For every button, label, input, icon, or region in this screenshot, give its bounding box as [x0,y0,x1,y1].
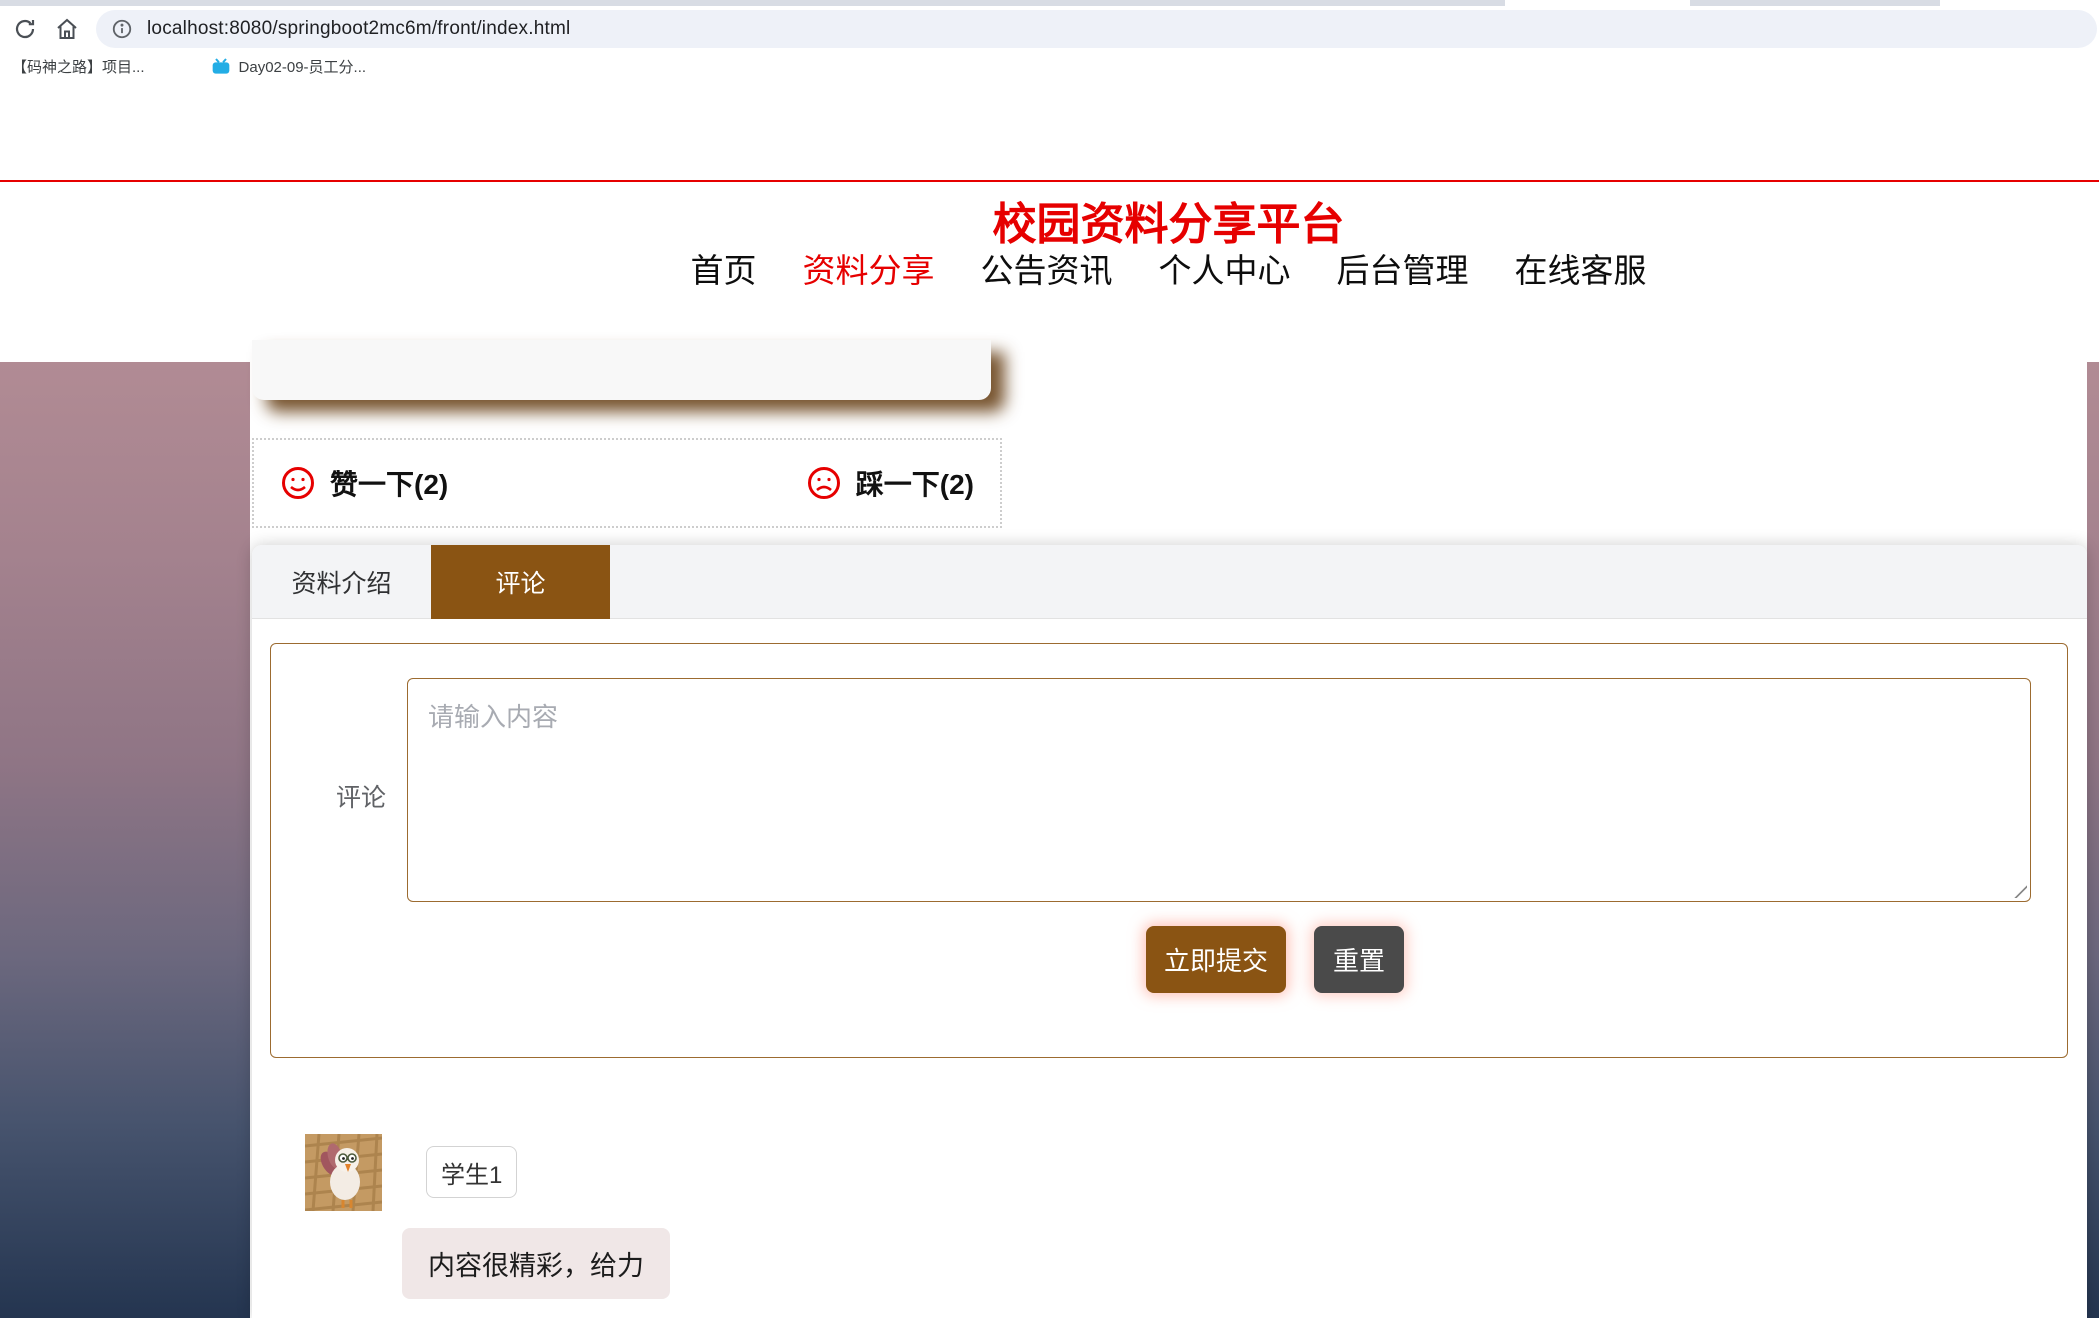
content-column: 赞一下(2) 踩一下(2) 资料介绍 [250,362,2087,1318]
nav-item-announcements[interactable]: 公告资讯 [981,244,1113,292]
tab-material-intro[interactable]: 资料介绍 [252,545,431,619]
tab-bar: 资料介绍 评论 [252,545,2087,619]
url-text[interactable]: localhost:8080/springboot2mc6m/front/ind… [147,18,570,40]
comment-input[interactable] [407,678,2031,902]
tab-comments[interactable]: 评论 [431,545,610,619]
site-info-icon[interactable] [111,18,133,40]
nav-item-home[interactable]: 首页 [691,244,757,292]
home-icon[interactable] [52,14,82,44]
page-background: 赞一下(2) 踩一下(2) 资料介绍 [0,362,2099,1318]
reset-button[interactable]: 重置 [1314,926,1404,993]
comment-bubble: 内容很精彩，给力 [402,1228,670,1299]
bookmark-label: 【码神之路】项目... [12,56,145,77]
commenter-name: 学生1 [426,1146,517,1198]
bookmark-item[interactable]: 【码神之路】项目... [12,56,145,77]
like-label: 赞一下(2) [330,463,448,503]
page-title: 校园资料分享平台 [250,188,2087,252]
nav-item-customer-service[interactable]: 在线客服 [1515,244,1647,292]
nav-item-admin[interactable]: 后台管理 [1337,244,1469,292]
bookmark-item[interactable]: Day02-09-员工分... [211,56,367,77]
material-card-bottom [252,340,991,400]
like-button[interactable]: 赞一下(2) [280,463,448,503]
commenter-avatar [305,1134,382,1211]
reaction-bar: 赞一下(2) 踩一下(2) [252,438,1002,528]
detail-tabs-card: 资料介绍 评论 评论 立即提交 重置 [252,545,2087,1318]
comment-form: 评论 立即提交 重置 [270,643,2068,1058]
submit-button[interactable]: 立即提交 [1146,926,1286,993]
comment-list-item: 学生1 内容很精彩，给力 [252,1134,2087,1318]
comment-form-label: 评论 [336,778,386,814]
frown-face-icon [806,465,842,501]
bookmarks-bar: 【码神之路】项目... Day02-09-员工分... [0,52,2099,80]
bookmark-label: Day02-09-员工分... [239,56,367,77]
bilibili-tv-icon [211,58,231,75]
nav-item-personal-center[interactable]: 个人中心 [1159,244,1291,292]
smile-face-icon [280,465,316,501]
dislike-button[interactable]: 踩一下(2) [806,463,974,503]
reload-icon[interactable] [10,14,40,44]
address-bar[interactable]: localhost:8080/springboot2mc6m/front/ind… [96,10,2097,48]
browser-window: localhost:8080/springboot2mc6m/front/ind… [0,0,2099,1318]
dislike-label: 踩一下(2) [856,463,974,503]
main-nav: 首页 资料分享 公告资讯 个人中心 后台管理 在线客服 [250,244,2087,292]
site-header: 校园资料分享平台 首页 资料分享 公告资讯 个人中心 后台管理 在线客服 [0,80,2099,362]
browser-toolbar: localhost:8080/springboot2mc6m/front/ind… [0,6,2099,52]
header-divider [0,180,2099,182]
commenter-name-text: 学生1 [441,1155,502,1190]
nav-item-material-share[interactable]: 资料分享 [803,244,935,292]
